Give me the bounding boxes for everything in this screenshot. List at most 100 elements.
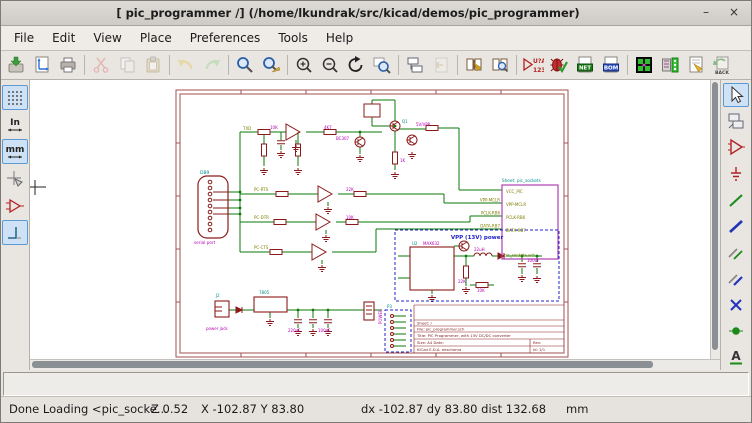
undo-button[interactable] [173, 52, 199, 78]
close-button[interactable]: × [723, 5, 745, 21]
svg-text:J2: J2 [215, 293, 220, 298]
editor-column: Sheet: /File: pic_programmer.schTitle: P… [30, 80, 720, 370]
svg-text:VPP-MCLR: VPP-MCLR [506, 202, 526, 207]
svg-text:File: pic_programmer.sch: File: pic_programmer.sch [417, 327, 465, 332]
sheet-symbol-icon [727, 112, 745, 130]
find-replace-button[interactable] [258, 52, 284, 78]
units-inch-button[interactable]: In [2, 112, 28, 137]
svg-text:22K: 22K [458, 279, 466, 284]
run-pcbnew-button[interactable] [631, 52, 657, 78]
annotate-button[interactable]: U?A123 [520, 52, 546, 78]
no-connect-icon [727, 296, 745, 314]
title-block-text: Sheet: /File: pic_programmer.schTitle: P… [416, 321, 546, 352]
back-annotate-icon: BACK [711, 55, 733, 75]
svg-text:DB9: DB9 [200, 170, 210, 176]
svg-text:DATA-RB7: DATA-RB7 [506, 228, 526, 233]
annotate-icon: U?A123 [522, 55, 544, 75]
bus-to-bus-entry-button[interactable] [723, 266, 749, 290]
place-wire-button[interactable] [723, 188, 749, 212]
redo-icon [202, 55, 222, 75]
svg-text:22uH: 22uH [474, 247, 485, 252]
find-button[interactable] [232, 52, 258, 78]
redo-button[interactable] [199, 52, 225, 78]
zoom-in-button[interactable] [291, 52, 317, 78]
menu-edit[interactable]: Edit [43, 28, 84, 48]
svg-text:PC-RTS: PC-RTS [254, 187, 269, 192]
place-component-button[interactable] [723, 135, 749, 159]
minimize-button[interactable]: – [695, 5, 717, 21]
right-toolbar: A [720, 80, 751, 370]
menu-view[interactable]: View [84, 28, 130, 48]
copy-icon [117, 55, 137, 75]
horizontal-scrollbar[interactable] [30, 359, 720, 370]
page-settings-button[interactable] [29, 52, 55, 78]
svg-text:10K: 10K [477, 288, 485, 293]
svg-text:Rev:: Rev: [533, 340, 541, 345]
horizontal-scrollbar-thumb[interactable] [32, 361, 653, 368]
bom-button[interactable]: BOM [598, 52, 624, 78]
svg-text:U2: U2 [412, 241, 418, 246]
place-bus-button[interactable] [723, 214, 749, 238]
zoom-fit-button[interactable] [369, 52, 395, 78]
place-hierarchical-sheet-button[interactable] [723, 109, 749, 133]
ortho-wires-toggle-button[interactable] [2, 220, 28, 245]
svg-text:123: 123 [533, 67, 544, 74]
menu-file[interactable]: File [5, 28, 43, 48]
vertical-scrollbar-thumb[interactable] [712, 82, 718, 350]
grid-toggle-button[interactable] [2, 85, 28, 110]
svg-text:MAX632: MAX632 [423, 241, 440, 246]
svg-text:1K: 1K [400, 158, 406, 163]
bus-icon [727, 217, 745, 235]
hierarchy-icon [405, 55, 425, 75]
netlist-button[interactable]: NET [572, 52, 598, 78]
vertical-scrollbar[interactable] [710, 80, 720, 359]
window-title: [ pic_programmer /] (/home/lkundrak/src/… [1, 6, 695, 20]
svg-text:pic_sockets.sch: pic_sockets.sch [504, 253, 535, 258]
crosshair-cursor [30, 180, 46, 195]
menu-help[interactable]: Help [317, 28, 362, 48]
zoom-out-button[interactable] [317, 52, 343, 78]
page-layout-editor-button[interactable] [683, 52, 709, 78]
hierarchy-navigator-button[interactable] [402, 52, 428, 78]
undo-icon [176, 55, 196, 75]
page-settings-icon [32, 55, 52, 75]
no-connect-flag-button[interactable] [723, 293, 749, 317]
svg-text:Title: PIC Programmer, with 13: Title: PIC Programmer, with 13V DC/DC co… [416, 333, 511, 338]
erc-button[interactable] [546, 52, 572, 78]
cursor-shape-button[interactable] [2, 166, 28, 191]
book-search-icon [490, 55, 510, 75]
wire-to-bus-entry-button[interactable] [723, 240, 749, 264]
title-bar[interactable]: [ pic_programmer /] (/home/lkundrak/src/… [1, 1, 751, 26]
cut-button[interactable] [88, 52, 114, 78]
place-junction-button[interactable] [723, 319, 749, 343]
paste-button[interactable] [140, 52, 166, 78]
back-annotate-button[interactable]: BACK [709, 52, 735, 78]
place-power-port-button[interactable] [723, 162, 749, 186]
status-units: mm [566, 402, 588, 416]
print-button[interactable] [55, 52, 81, 78]
copy-button[interactable] [114, 52, 140, 78]
menu-tools[interactable]: Tools [269, 28, 317, 48]
right-angle-wire-icon [5, 223, 25, 243]
menu-place[interactable]: Place [131, 28, 181, 48]
assign-footprints-button[interactable] [657, 52, 683, 78]
svg-text:power jack: power jack [206, 326, 228, 331]
left-toolbar: In mm [1, 80, 30, 370]
library-browser-button[interactable] [487, 52, 513, 78]
select-tool-button[interactable] [723, 83, 749, 107]
place-label-button[interactable]: A [723, 345, 749, 369]
save-button[interactable] [3, 52, 29, 78]
leave-sheet-icon [431, 55, 451, 75]
message-panel [1, 370, 751, 396]
schematic-canvas[interactable]: Sheet: /File: pic_programmer.schTitle: P… [30, 80, 710, 359]
bus-entry-icon [727, 269, 745, 287]
units-mm-button[interactable]: mm [2, 139, 28, 164]
leave-sheet-button[interactable] [428, 52, 454, 78]
pcbnew-icon [634, 55, 654, 75]
svg-text:In: In [10, 118, 20, 128]
library-editor-button[interactable] [461, 52, 487, 78]
hidden-pins-toggle-button[interactable] [2, 193, 28, 218]
redraw-button[interactable] [343, 52, 369, 78]
menu-preferences[interactable]: Preferences [181, 28, 270, 48]
svg-text:Size: A4 Date:: Size: A4 Date: [417, 340, 444, 345]
